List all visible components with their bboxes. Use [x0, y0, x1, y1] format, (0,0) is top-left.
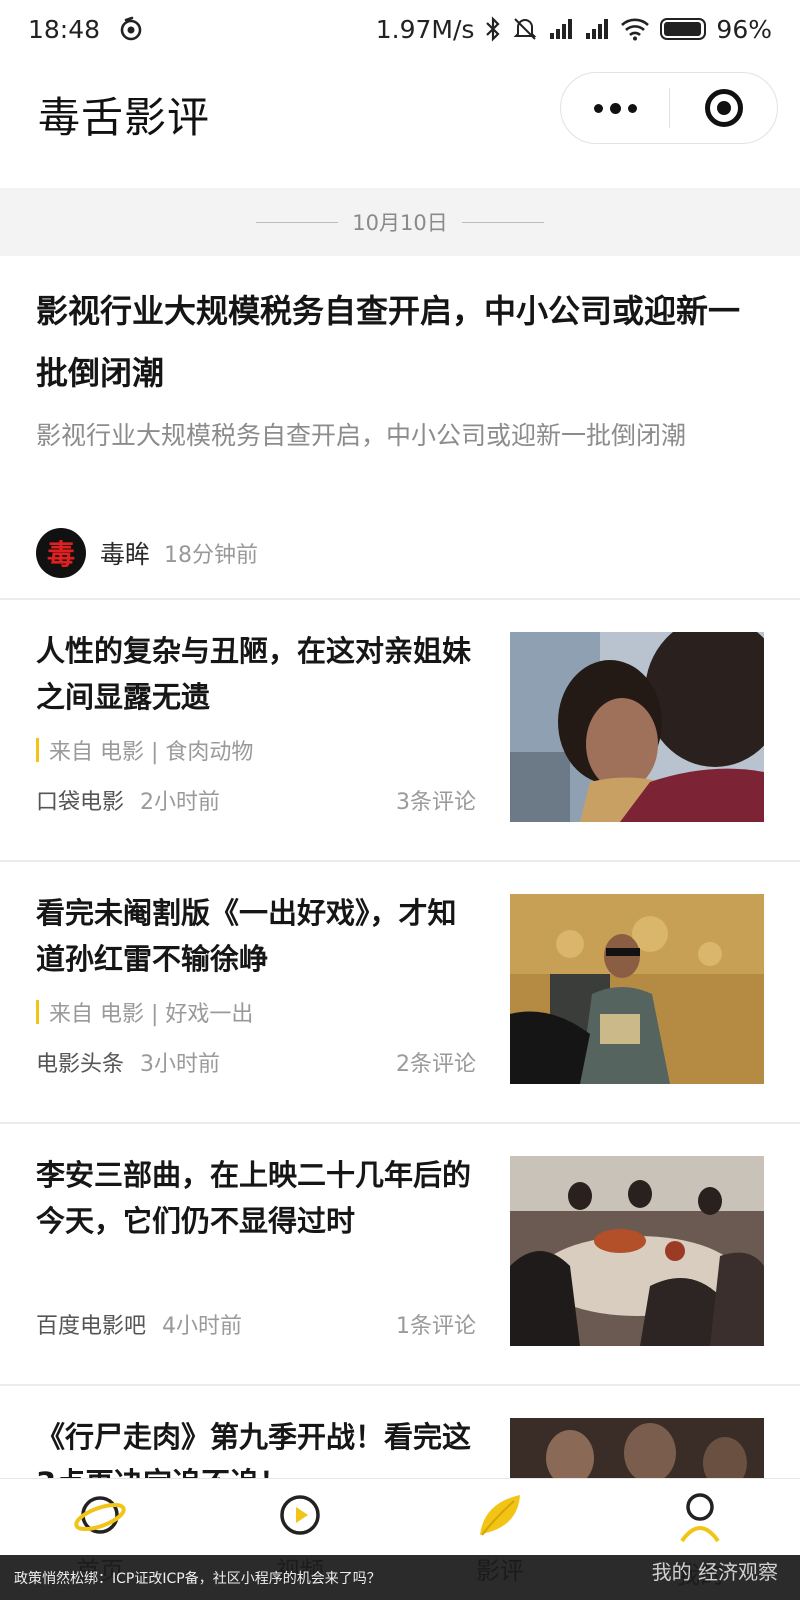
bluetooth-icon — [484, 16, 502, 42]
comment-count: 1条评论 — [396, 1314, 476, 1339]
mini-program-capsule — [560, 72, 778, 144]
date-divider: 10月10日 — [0, 188, 800, 256]
origin-label: 来自 电影 | 好戏一出 — [49, 1002, 254, 1027]
wifi-icon — [620, 17, 650, 41]
list-item[interactable]: 看完未阉割版《一出好戏》，才知道孙红雷不输徐峥 来自 电影 | 好戏一出 电影头… — [0, 864, 800, 1124]
origin-label: 来自 电影 | 食肉动物 — [49, 740, 254, 765]
planet-icon — [74, 1491, 126, 1543]
article-time: 3小时前 — [140, 1052, 221, 1077]
battery-icon — [660, 18, 707, 40]
author-name[interactable]: 毒眸 — [100, 535, 150, 571]
feature-article[interactable]: 影视行业大规模税务自查开启，中小公司或迎新一批倒闭潮 影视行业大规模税务自查开启… — [0, 256, 800, 600]
signal-icon-2 — [584, 18, 610, 40]
status-bar: 18:48 1.97M/s 96% — [0, 0, 800, 58]
list-item[interactable]: 李安三部曲，在上映二十几年后的今天，它们仍不显得过时 百度电影吧 4小时前 1条… — [0, 1126, 800, 1386]
comment-count: 2条评论 — [396, 1052, 476, 1077]
article-meta: 电影头条 3小时前 2条评论 — [36, 1046, 476, 1078]
dot-icon — [627, 103, 637, 113]
article-source: 口袋电影 — [36, 790, 125, 815]
article-meta: 口袋电影 2小时前 3条评论 — [36, 784, 476, 816]
article-time: 4小时前 — [162, 1314, 243, 1339]
dot-icon — [609, 102, 621, 114]
play-icon — [276, 1491, 324, 1543]
dot-icon — [593, 103, 603, 113]
feature-summary: 影视行业大规模税务自查开启，中小公司或迎新一批倒闭潮 — [36, 421, 687, 450]
caption-text: 政策悄然松绑：ICP证改ICP备，社区小程序的机会来了吗？ — [14, 1570, 381, 1587]
close-mini-program-button[interactable] — [670, 73, 777, 143]
article-title: 人性的复杂与丑陋，在这对亲姐妹之间显露无遗 — [36, 634, 472, 714]
app-notification-icon — [118, 16, 144, 42]
article-thumbnail — [510, 894, 764, 1084]
list-item[interactable]: 人性的复杂与丑陋，在这对亲姐妹之间显露无遗 来自 电影 | 食肉动物 口袋电影 … — [0, 602, 800, 862]
clock: 18:48 — [28, 14, 101, 44]
mini-program-header: 毒舌影评 — [0, 58, 800, 184]
leaf-icon — [474, 1491, 526, 1543]
article-source: 百度电影吧 — [36, 1314, 147, 1339]
author-avatar[interactable]: 毒 — [36, 528, 86, 578]
more-menu-button[interactable] — [561, 73, 669, 143]
article-title: 看完未阉割版《一出好戏》，才知道孙红雷不输徐峥 — [36, 896, 457, 976]
target-circle-icon — [704, 89, 743, 127]
comment-count: 3条评论 — [396, 790, 476, 815]
article-source: 电影头条 — [36, 1052, 125, 1077]
feature-meta: 毒 毒眸 18分钟前 — [36, 528, 258, 578]
divider-line — [461, 221, 544, 223]
article-origin: 来自 电影 | 好戏一出 — [36, 996, 476, 1028]
article-thumbnail — [510, 632, 764, 822]
battery-percent: 96% — [716, 14, 772, 44]
divider-line — [256, 221, 339, 223]
watermark-text: 我的 经济观察 — [651, 1560, 778, 1584]
article-meta: 百度电影吧 4小时前 1条评论 — [36, 1308, 476, 1340]
feature-title: 影视行业大规模税务自查开启，中小公司或迎新一批倒闭潮 — [36, 292, 741, 392]
watermark: 我的 经济观察 — [652, 1556, 778, 1585]
user-icon — [676, 1491, 724, 1547]
article-title: 李安三部曲，在上映二十几年后的今天，它们仍不显得过时 — [36, 1158, 472, 1238]
network-speed: 1.97M/s — [375, 14, 475, 44]
article-origin: 来自 电影 | 食肉动物 — [36, 734, 476, 766]
page-title: 毒舌影评 — [38, 93, 211, 142]
date-label: 10月10日 — [352, 211, 448, 235]
article-thumbnail — [510, 1156, 764, 1346]
publish-time: 18分钟前 — [164, 543, 259, 568]
article-time: 2小时前 — [140, 790, 221, 815]
signal-icon-1 — [548, 18, 574, 40]
mute-bell-icon — [512, 16, 538, 42]
